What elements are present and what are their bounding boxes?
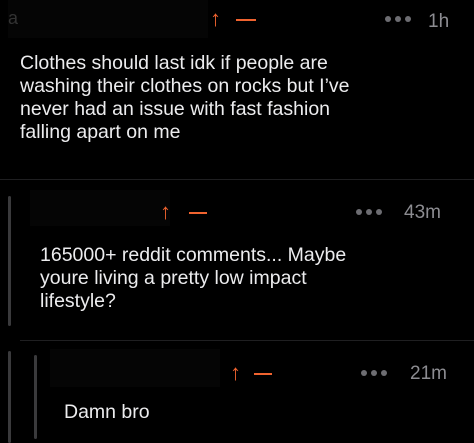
comment-timestamp: 43m [404,202,441,223]
comment-timestamp: 21m [410,363,447,384]
comment-body: Damn bro [64,401,150,423]
thread-line[interactable] [8,351,11,443]
more-dots-icon[interactable] [385,16,411,22]
upvote-arrow-icon[interactable]: ↑ [230,362,241,384]
more-dots-icon[interactable] [356,209,382,215]
thread-line[interactable] [34,355,37,439]
redacted-username [30,190,170,226]
comment-body: Clothes should last idk if people are wa… [20,52,350,143]
downvote-dash-icon[interactable] [236,19,256,21]
comment-body: 165000+ reddit comments... Maybe youre l… [40,244,347,312]
thread-line[interactable] [8,196,11,326]
comment-3: ↑ 21m Damn bro [0,341,474,443]
downvote-dash-icon[interactable] [254,373,272,375]
upvote-arrow-icon[interactable]: ↑ [160,201,171,223]
downvote-dash-icon[interactable] [189,212,207,214]
comment-1: a ↑ 1h Clothes should last idk if people… [0,0,474,178]
author-name[interactable]: a [8,8,18,29]
upvote-arrow-icon[interactable]: ↑ [210,8,221,30]
redacted-username [8,0,208,38]
comment-2: ↑ 43m 165000+ reddit comments... Maybe y… [0,180,474,340]
redacted-username [50,349,220,387]
comment-timestamp: 1h [428,11,450,32]
more-dots-icon[interactable] [361,370,387,376]
